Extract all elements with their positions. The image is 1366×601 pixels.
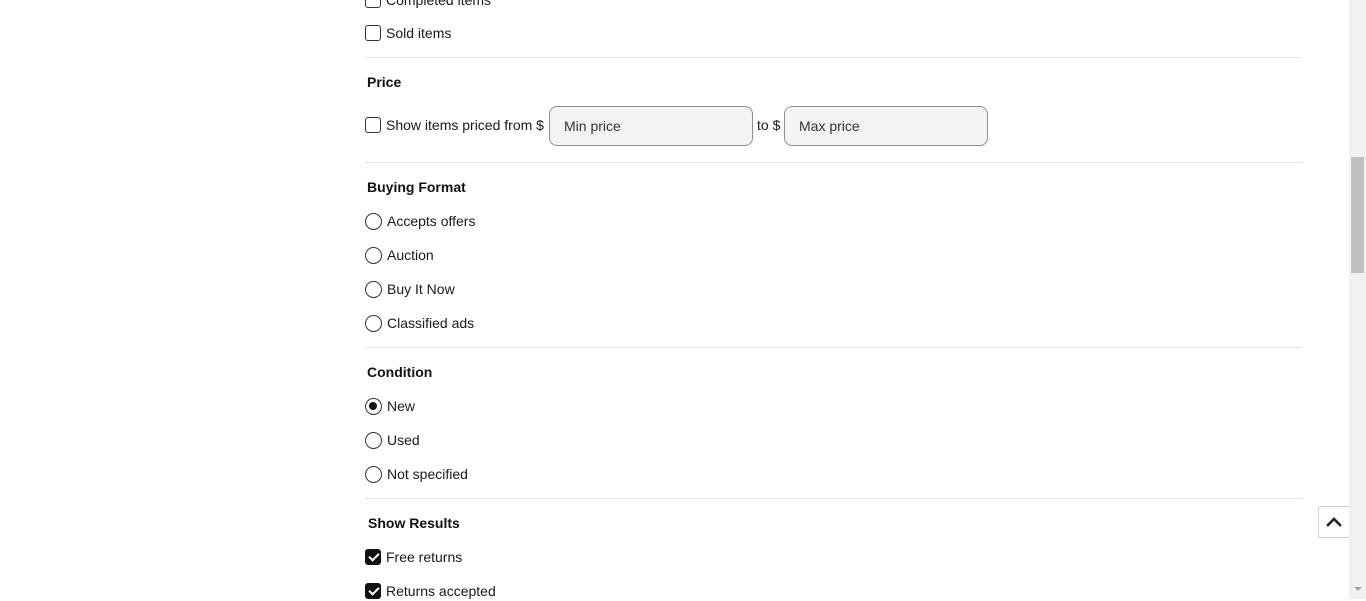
price-to-label: to $ — [757, 117, 781, 133]
auction-radio[interactable] — [365, 246, 382, 264]
condition-new-option[interactable]: New — [365, 396, 415, 416]
accepts-offers-label: Accepts offers — [387, 213, 476, 229]
section-divider — [365, 162, 1302, 163]
buy-it-now-label: Buy It Now — [387, 281, 455, 297]
condition-not-specified-option[interactable]: Not specified — [365, 464, 468, 484]
accepts-offers-radio[interactable] — [365, 212, 382, 230]
condition-used-radio[interactable] — [365, 431, 382, 449]
completed-items-checkbox[interactable] — [365, 0, 381, 8]
auction-label: Auction — [387, 247, 434, 263]
chevron-up-icon — [1326, 517, 1342, 527]
condition-used-option[interactable]: Used — [365, 430, 420, 450]
section-divider — [365, 57, 1302, 58]
accepts-offers-option[interactable]: Accepts offers — [365, 211, 475, 231]
section-divider — [365, 347, 1302, 348]
condition-not-specified-radio[interactable] — [365, 465, 382, 483]
condition-heading: Condition — [367, 364, 433, 380]
classified-ads-radio[interactable] — [365, 314, 382, 332]
condition-new-label: New — [387, 398, 416, 414]
sold-items-option[interactable]: Sold items — [365, 23, 451, 43]
classified-ads-option[interactable]: Classified ads — [365, 313, 474, 333]
section-divider — [365, 498, 1302, 499]
condition-not-specified-label: Not specified — [387, 466, 468, 482]
min-price-input[interactable] — [549, 106, 753, 146]
sold-items-checkbox[interactable] — [365, 25, 381, 41]
price-range-label: Show items priced from $ — [386, 117, 544, 133]
buy-it-now-option[interactable]: Buy It Now — [365, 279, 455, 299]
sold-items-label: Sold items — [386, 25, 452, 41]
returns-accepted-checkbox[interactable] — [365, 583, 381, 599]
scroll-down-arrow-icon[interactable] — [1354, 587, 1362, 591]
back-to-top-button[interactable] — [1318, 506, 1350, 538]
advanced-search-filters: Completed items Sold items Price Show it… — [365, 0, 1302, 599]
vertical-scrollbar[interactable] — [1349, 0, 1366, 599]
buying-format-heading: Buying Format — [367, 179, 466, 195]
free-returns-label: Free returns — [386, 549, 463, 565]
completed-items-option[interactable]: Completed items — [365, 0, 491, 10]
price-range-checkbox[interactable] — [365, 117, 381, 133]
completed-items-label: Completed items — [386, 0, 492, 8]
returns-accepted-option[interactable]: Returns accepted — [365, 581, 496, 601]
condition-used-label: Used — [387, 432, 420, 448]
returns-accepted-label: Returns accepted — [386, 583, 496, 599]
price-range-option[interactable]: Show items priced from $ — [365, 115, 544, 135]
free-returns-checkbox[interactable] — [365, 549, 381, 565]
scrollbar-thumb[interactable] — [1351, 157, 1364, 273]
buy-it-now-radio[interactable] — [365, 280, 382, 298]
classified-ads-label: Classified ads — [387, 315, 475, 331]
free-returns-option[interactable]: Free returns — [365, 547, 462, 567]
condition-new-radio[interactable] — [365, 397, 382, 415]
max-price-input[interactable] — [784, 106, 988, 146]
auction-option[interactable]: Auction — [365, 245, 434, 265]
show-results-heading: Show Results — [368, 515, 460, 531]
price-heading: Price — [367, 74, 402, 90]
